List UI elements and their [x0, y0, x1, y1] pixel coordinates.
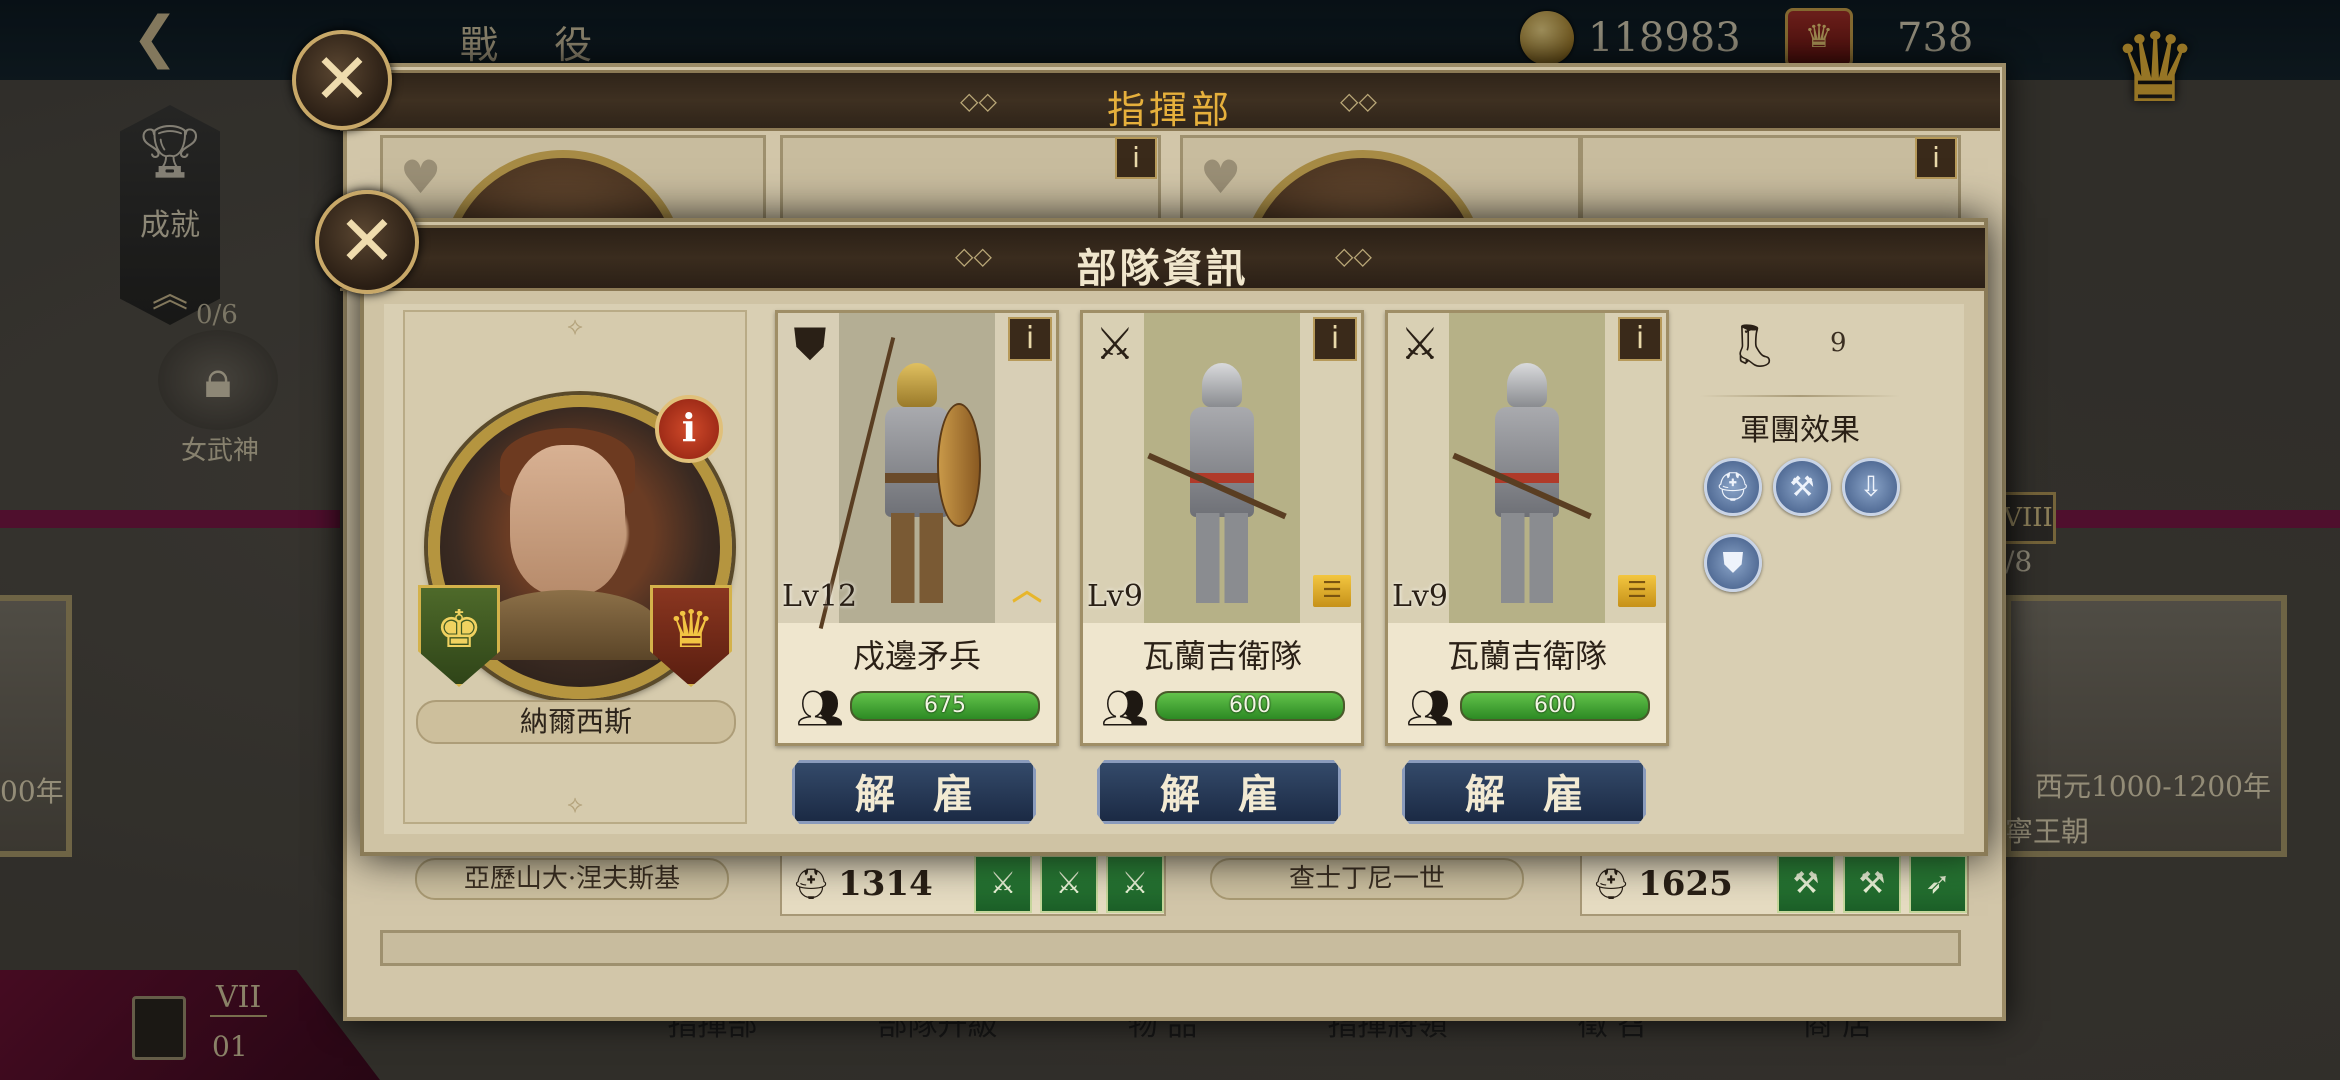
- close-headquarters-button[interactable]: ✕: [292, 30, 392, 130]
- army-power-value-1: 1314: [838, 864, 933, 904]
- favorite-heart-icon[interactable]: ♥: [1200, 150, 1241, 204]
- info-icon[interactable]: i: [1915, 137, 1957, 179]
- unit-name: 戍邊矛兵: [852, 637, 981, 675]
- troops-icon: 👥︎: [1406, 686, 1455, 730]
- spearman-unit-icon: ⚔︎: [974, 855, 1032, 913]
- rank-bars-icon: ☰: [1313, 575, 1351, 607]
- troop-count-bar: 600: [1155, 691, 1345, 721]
- frame-ornament-bottom: ⟡: [567, 790, 583, 818]
- divider: [1700, 395, 1900, 397]
- axe-unit-icon: ⚒︎: [1843, 855, 1901, 913]
- troop-count: 600: [1534, 693, 1576, 718]
- troop-count: 600: [1229, 693, 1271, 718]
- troop-info-header: ◇◇ 部隊資訊 ◇◇: [340, 225, 1985, 292]
- dismiss-button-2[interactable]: 解雇: [1097, 760, 1341, 824]
- unit-card-2[interactable]: ⚔︎ i Lv9 ☰ 瓦蘭吉衛隊 👥︎ 600: [1080, 310, 1364, 746]
- spearman-unit-icon: ⚔︎: [1040, 855, 1098, 913]
- axe-unit-icon: ⚒︎: [1777, 855, 1835, 913]
- unit-card-3[interactable]: ⚔︎ i Lv9 ☰ 瓦蘭吉衛隊 👥︎ 600: [1385, 310, 1669, 746]
- favorite-heart-icon[interactable]: ♥: [400, 150, 441, 204]
- leader-face: [510, 445, 625, 595]
- commander-row-3: [380, 930, 1961, 966]
- troop-info-title: 部隊資訊: [1076, 245, 1249, 292]
- helmet-effect-icon[interactable]: ⛑︎: [1704, 458, 1762, 516]
- helmet-icon: ⛑︎: [792, 866, 831, 902]
- spearman-figure: [818, 336, 981, 630]
- troops-icon: 👥︎: [1101, 686, 1150, 730]
- header-ornament-right: ◇◇: [1340, 87, 1377, 115]
- army-power-value-2: 1625: [1638, 864, 1733, 904]
- commander-name-2: 查士丁尼一世: [1210, 858, 1524, 900]
- spearman-unit-icon: ⚔︎: [1106, 855, 1164, 913]
- rank-bars-icon: ☰: [1618, 575, 1656, 607]
- shield-type-icon: ⛊: [793, 319, 827, 370]
- unit-level: Lv9: [1087, 579, 1143, 614]
- unit-level: Lv9: [1392, 579, 1448, 614]
- troop-count-bar: 600: [1460, 691, 1650, 721]
- leader-info-icon[interactable]: i: [655, 395, 723, 463]
- varangian-guard-figure: [1147, 363, 1287, 603]
- dismiss-button-1[interactable]: 解雇: [792, 760, 1036, 824]
- commander-name-1: 亞歷山大·涅夫斯基: [415, 858, 729, 900]
- axe-effect-icon[interactable]: ⚒︎: [1773, 458, 1831, 516]
- unit-card-1[interactable]: ⛊ i Lv12 ︿ 戍邊矛兵 👥︎ 675: [775, 310, 1059, 746]
- legion-effects-title: 軍團效果: [1740, 413, 1860, 448]
- info-icon[interactable]: i: [1313, 317, 1357, 361]
- army-power-2: ⛑︎ 1625 ⚒︎ ⚒︎ ➶: [1580, 852, 1969, 916]
- boot-effect-icon[interactable]: ⇩: [1842, 458, 1900, 516]
- troop-count: 675: [924, 693, 966, 718]
- frame-ornament-top: ⟡: [567, 312, 583, 340]
- info-icon[interactable]: i: [1618, 317, 1662, 361]
- info-icon[interactable]: i: [1008, 317, 1052, 361]
- unit-name: 瓦蘭吉衛隊: [1141, 637, 1302, 675]
- crossed-swords-icon: ⚔︎: [1400, 319, 1440, 370]
- leader-name: 納爾西斯: [416, 700, 736, 744]
- headquarters-title: 指揮部: [1106, 88, 1233, 132]
- shield-effect-icon[interactable]: ⛊: [1704, 534, 1762, 592]
- header-ornament-right: ◇◇: [1335, 242, 1372, 270]
- archer-unit-icon: ➶: [1909, 855, 1967, 913]
- boot-speed-icon: 👢︎: [1728, 321, 1782, 370]
- helmet-icon: ⛑︎: [1592, 866, 1631, 902]
- troops-icon: 👥︎: [796, 686, 845, 730]
- march-speed: 9: [1830, 328, 1847, 358]
- crossed-swords-icon: ⚔︎: [1095, 319, 1135, 370]
- leader-armor: [478, 590, 658, 660]
- varangian-guard-figure: [1452, 363, 1592, 603]
- headquarters-header: ◇◇ 指揮部 ◇◇: [340, 70, 2000, 132]
- dismiss-button-3[interactable]: 解雇: [1402, 760, 1646, 824]
- troop-count-bar: 675: [850, 691, 1040, 721]
- unit-name: 瓦蘭吉衛隊: [1446, 637, 1607, 675]
- close-troop-info-button[interactable]: ✕: [315, 190, 419, 294]
- rank-chevron-icon: ︿: [1012, 573, 1042, 608]
- info-icon[interactable]: i: [1115, 137, 1157, 179]
- army-power-1: ⛑︎ 1314 ⚔︎ ⚔︎ ⚔︎: [780, 852, 1166, 916]
- unit-level: Lv12: [782, 579, 858, 614]
